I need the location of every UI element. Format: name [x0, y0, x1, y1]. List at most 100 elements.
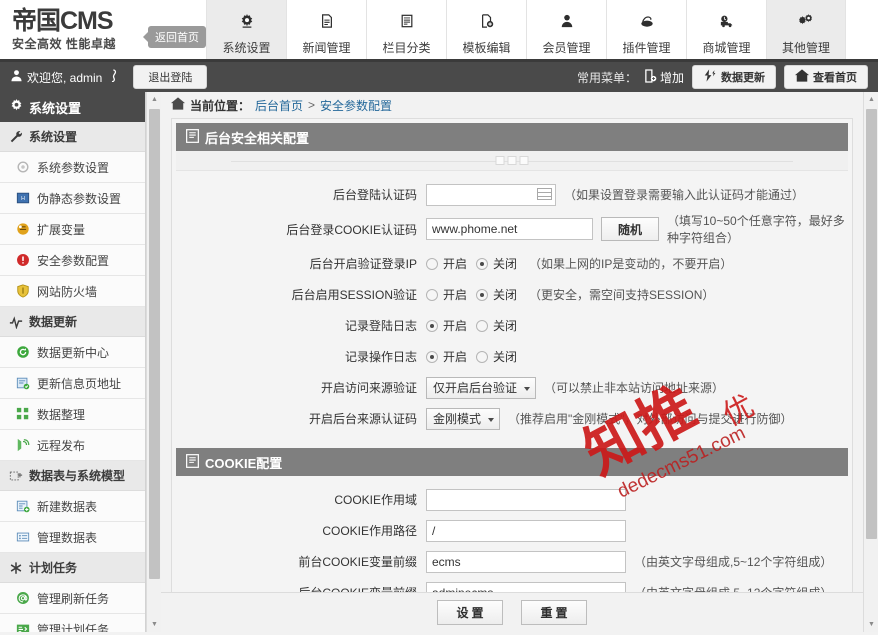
field-hint: （如果设置登录需要输入此认证码才能通过） — [564, 186, 804, 203]
field-label: 记录操作日志 — [176, 348, 426, 365]
brand-logo: 帝国CMS 安全高效 性能卓越 返回首页 — [0, 0, 200, 59]
text-input[interactable] — [426, 551, 626, 573]
sidebar-item-15[interactable]: 管理刷新任务 — [0, 583, 146, 614]
data-update-label: 数据更新 — [721, 69, 765, 85]
sidebar-scroll-up-arrow[interactable]: ▲ — [147, 92, 162, 107]
radio-group: 开启 关闭 — [426, 255, 521, 272]
welcome-text: 欢迎您, admin — [27, 69, 102, 86]
radio-off-label[interactable]: 关闭 — [493, 255, 517, 272]
field-control: 开启关闭（更安全，需空间支持SESSION） — [426, 286, 714, 303]
field-control: 仅开启后台验证 （可以禁止非本站访问地址来源） — [426, 377, 724, 399]
radio-on-label[interactable]: 开启 — [443, 255, 467, 272]
sidebar-item-11[interactable]: 数据表与系统模型 — [0, 461, 146, 491]
radio-on-label[interactable]: 开启 — [443, 286, 467, 303]
field-control: 开启 关闭 — [426, 317, 521, 334]
radio-off[interactable] — [476, 258, 488, 270]
sidebar-item-6[interactable]: 数据更新 — [0, 307, 146, 337]
field-label: 后台开启验证登录IP — [176, 255, 426, 272]
radio-on[interactable] — [426, 258, 438, 270]
sidebar: 系统设置 系统设置系统参数设置H伪静态参数设置扩展变量安全参数配置网站防火墙数据… — [0, 92, 146, 632]
logout-button[interactable]: 退出登陆 — [133, 65, 207, 89]
form-row: 记录操作日志开启 关闭 — [176, 341, 848, 372]
sidebar-item-10[interactable]: 远程发布 — [0, 430, 146, 461]
cookie-auth-input[interactable] — [426, 218, 593, 240]
radio-off-label[interactable]: 关闭 — [493, 317, 517, 334]
radio-on[interactable] — [426, 289, 438, 301]
sidebar-item-label: 系统设置 — [29, 128, 77, 145]
sidebar-item-label: 计划任务 — [29, 559, 77, 576]
radio-on[interactable] — [426, 351, 438, 363]
user-edit-icon[interactable] — [106, 69, 117, 85]
page-scroll-up-arrow[interactable]: ▲ — [864, 92, 878, 107]
brand-title: 帝国CMS — [12, 9, 116, 34]
breadcrumb-current[interactable]: 安全参数配置 — [320, 97, 392, 114]
sidebar-item-8[interactable]: 更新信息页地址 — [0, 368, 146, 399]
form-row: 后台登录COOKIE认证码随机（填写10~50个任意字符，最好多种字符组合） — [176, 210, 848, 248]
table-icon — [9, 469, 23, 483]
field-hint: （由英文字母组成,5~12个字符组成） — [634, 553, 832, 570]
body-wrapper: 系统设置 系统设置系统参数设置H伪静态参数设置扩展变量安全参数配置网站防火墙数据… — [0, 92, 878, 632]
breadcrumb-home-link[interactable]: 后台首页 — [255, 97, 303, 114]
sidebar-item-9[interactable]: 数据整理 — [0, 399, 146, 430]
sidebar-item-16[interactable]: 管理计划任务 — [0, 614, 146, 632]
breadcrumb-separator: > — [308, 98, 315, 112]
data-update-button[interactable]: 数据更新 — [692, 65, 776, 89]
sidebar-item-label: 更新信息页地址 — [37, 375, 121, 392]
nav-item-4[interactable]: 会员管理 — [526, 0, 606, 59]
radio-off[interactable] — [476, 351, 488, 363]
page-scrollbar[interactable]: ▲ ▼ — [863, 92, 878, 632]
text-input[interactable] — [426, 520, 626, 542]
radio-off[interactable] — [476, 289, 488, 301]
radio-on[interactable] — [426, 320, 438, 332]
sidebar-item-14[interactable]: 计划任务 — [0, 553, 146, 583]
radio-on-label[interactable]: 开启 — [443, 348, 467, 365]
nav-item-2[interactable]: 栏目分类 — [366, 0, 446, 59]
radio-off[interactable] — [476, 320, 488, 332]
reset-button[interactable]: 重置 — [521, 600, 587, 625]
nav-item-label: 系统设置 — [222, 39, 270, 56]
radio-off-label[interactable]: 关闭 — [493, 286, 517, 303]
sidebar-item-5[interactable]: 网站防火墙 — [0, 276, 146, 307]
nav-item-1[interactable]: 新闻管理 — [286, 0, 366, 59]
sidebar-item-label: 安全参数配置 — [37, 252, 109, 269]
text-input[interactable] — [426, 489, 626, 511]
view-home-button[interactable]: 查看首页 — [784, 65, 868, 89]
dropdown-select[interactable]: 金刚模式 — [426, 408, 500, 430]
field-hint: （可以禁止非本站访问地址来源） — [544, 379, 724, 396]
dropdown-select[interactable]: 仅开启后台验证 — [426, 377, 536, 399]
section-title: COOKIE配置 — [205, 453, 282, 472]
sidebar-item-7[interactable]: 数据更新中心 — [0, 337, 146, 368]
svg-text:H: H — [21, 196, 25, 202]
nav-item-3[interactable]: 模板编辑 — [446, 0, 526, 59]
sidebar-item-1[interactable]: 系统参数设置 — [0, 152, 146, 183]
nav-item-6[interactable]: 商城管理 — [686, 0, 766, 59]
field-label: 前台COOKIE变量前缀 — [176, 553, 426, 570]
sidebar-item-0[interactable]: 系统设置 — [0, 122, 146, 152]
lightning-icon — [703, 69, 717, 85]
nav-item-0[interactable]: 系统设置 — [206, 0, 286, 59]
sidebar-scroll-thumb[interactable] — [149, 109, 160, 579]
brand-subtitle: 安全高效 性能卓越 — [12, 38, 116, 50]
page-scroll-down-arrow[interactable]: ▼ — [864, 617, 878, 632]
quick-add-label: 增加 — [660, 69, 684, 86]
nav-item-7[interactable]: 其他管理 — [766, 0, 846, 59]
form-area-0: 后台登陆认证码（如果设置登录需要输入此认证码才能通过）后台登录COOKIE认证码… — [172, 171, 852, 444]
radio-on-label[interactable]: 开启 — [443, 317, 467, 334]
random-button[interactable]: 随机 — [601, 217, 659, 241]
top-header: 帝国CMS 安全高效 性能卓越 返回首页 系统设置新闻管理栏目分类模板编辑会员管… — [0, 0, 878, 62]
nav-item-5[interactable]: 插件管理 — [606, 0, 686, 59]
quick-add-button[interactable]: 增加 — [645, 69, 684, 86]
task-icon — [16, 622, 30, 632]
submit-button[interactable]: 设置 — [437, 600, 503, 625]
back-home-button[interactable]: 返回首页 — [148, 26, 206, 48]
pulse-icon — [9, 315, 23, 329]
sidebar-item-13[interactable]: 管理数据表 — [0, 522, 146, 553]
sidebar-scroll-down-arrow[interactable]: ▼ — [147, 617, 162, 632]
sidebar-item-2[interactable]: H伪静态参数设置 — [0, 183, 146, 214]
sidebar-item-4[interactable]: 安全参数配置 — [0, 245, 146, 276]
sidebar-scrollbar[interactable]: ▲ ▼ — [146, 92, 161, 632]
radio-off-label[interactable]: 关闭 — [493, 348, 517, 365]
page-scroll-thumb[interactable] — [866, 109, 877, 539]
sidebar-item-3[interactable]: 扩展变量 — [0, 214, 146, 245]
sidebar-item-12[interactable]: 新建数据表 — [0, 491, 146, 522]
